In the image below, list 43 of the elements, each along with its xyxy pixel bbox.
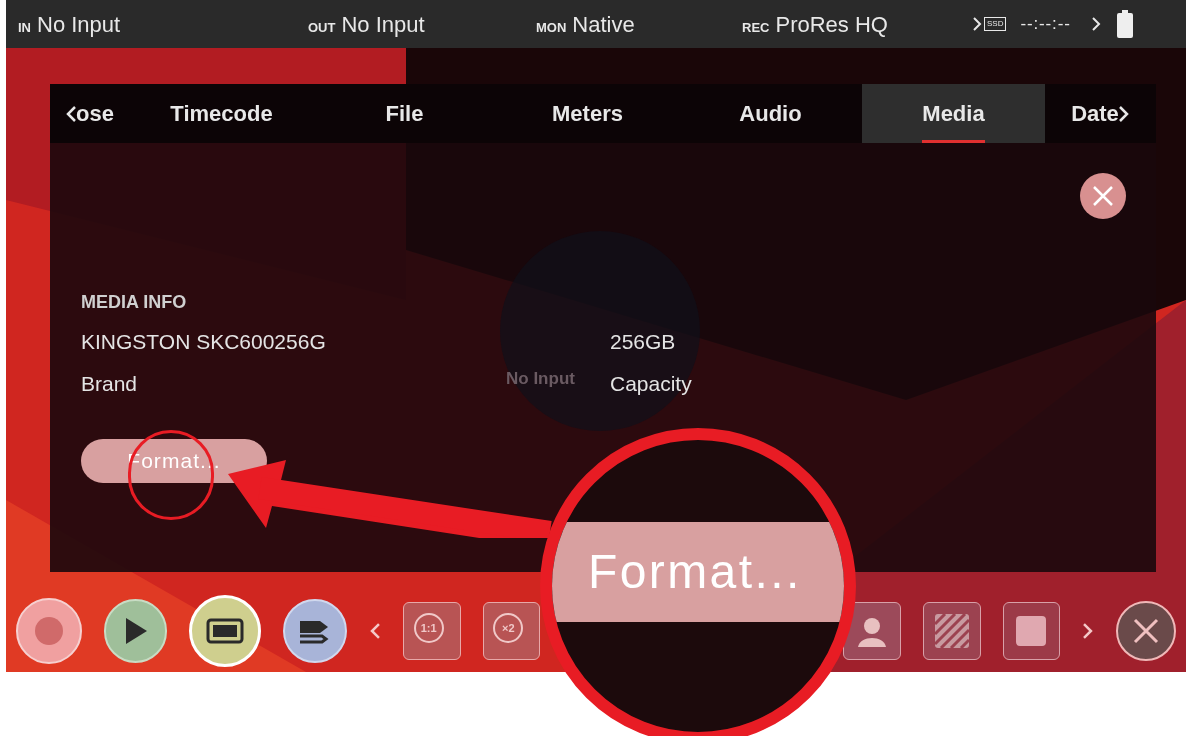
tab[interactable]: Audio <box>679 84 862 143</box>
close-icon <box>1133 618 1160 644</box>
status-tag: OUT <box>308 17 336 37</box>
status-value[interactable]: No Input <box>37 7 121 41</box>
square-icon <box>1016 616 1047 646</box>
status-tag: REC <box>742 17 770 37</box>
zoom-label: ×2 <box>493 613 524 643</box>
zebra-button[interactable] <box>922 602 981 660</box>
screen-icon <box>206 618 245 644</box>
chevron-right-icon <box>1090 16 1101 32</box>
timecode-readout: --:--:-- <box>1020 13 1071 36</box>
chevron-right-icon[interactable] <box>1082 622 1095 640</box>
close-icon <box>1092 185 1114 207</box>
magnified-format-text: Format... <box>552 522 844 622</box>
brand-value: KINGSTON SKC600256G <box>81 329 326 355</box>
zoom-label: 1:1 <box>413 613 444 643</box>
brand-label: Brand <box>81 370 138 397</box>
battery-icon <box>1116 10 1133 38</box>
chevron-right-icon <box>1118 104 1129 123</box>
status-value[interactable]: ProRes HQ <box>775 7 888 41</box>
tab[interactable]: Media <box>862 84 1045 143</box>
chevron-left-icon[interactable] <box>368 622 381 640</box>
frame-button[interactable] <box>1002 602 1061 660</box>
tab[interactable]: Timecode <box>130 84 313 143</box>
ghost-label: No Input <box>506 367 575 390</box>
tab[interactable]: Date <box>1045 84 1155 143</box>
status-tag: IN <box>18 17 31 37</box>
status-value[interactable]: Native <box>572 7 635 41</box>
chevron-right-icon <box>972 16 982 32</box>
tab[interactable]: ose <box>50 84 130 143</box>
record-icon <box>34 617 63 645</box>
capacity-label: Capacity <box>610 370 692 397</box>
play-icon <box>123 617 148 645</box>
close-button[interactable] <box>1080 173 1126 219</box>
tab[interactable]: Meters <box>496 84 679 143</box>
section-heading: MEDIA INFO <box>81 291 187 314</box>
capacity-value: 256GB <box>610 329 676 355</box>
hatch-icon <box>934 614 969 648</box>
chevron-left-icon <box>66 104 77 123</box>
drive-badge: SSD <box>984 17 1007 31</box>
status-value[interactable]: No Input <box>341 7 425 41</box>
tab[interactable]: File <box>313 84 496 143</box>
status-tag: MON <box>536 17 567 37</box>
